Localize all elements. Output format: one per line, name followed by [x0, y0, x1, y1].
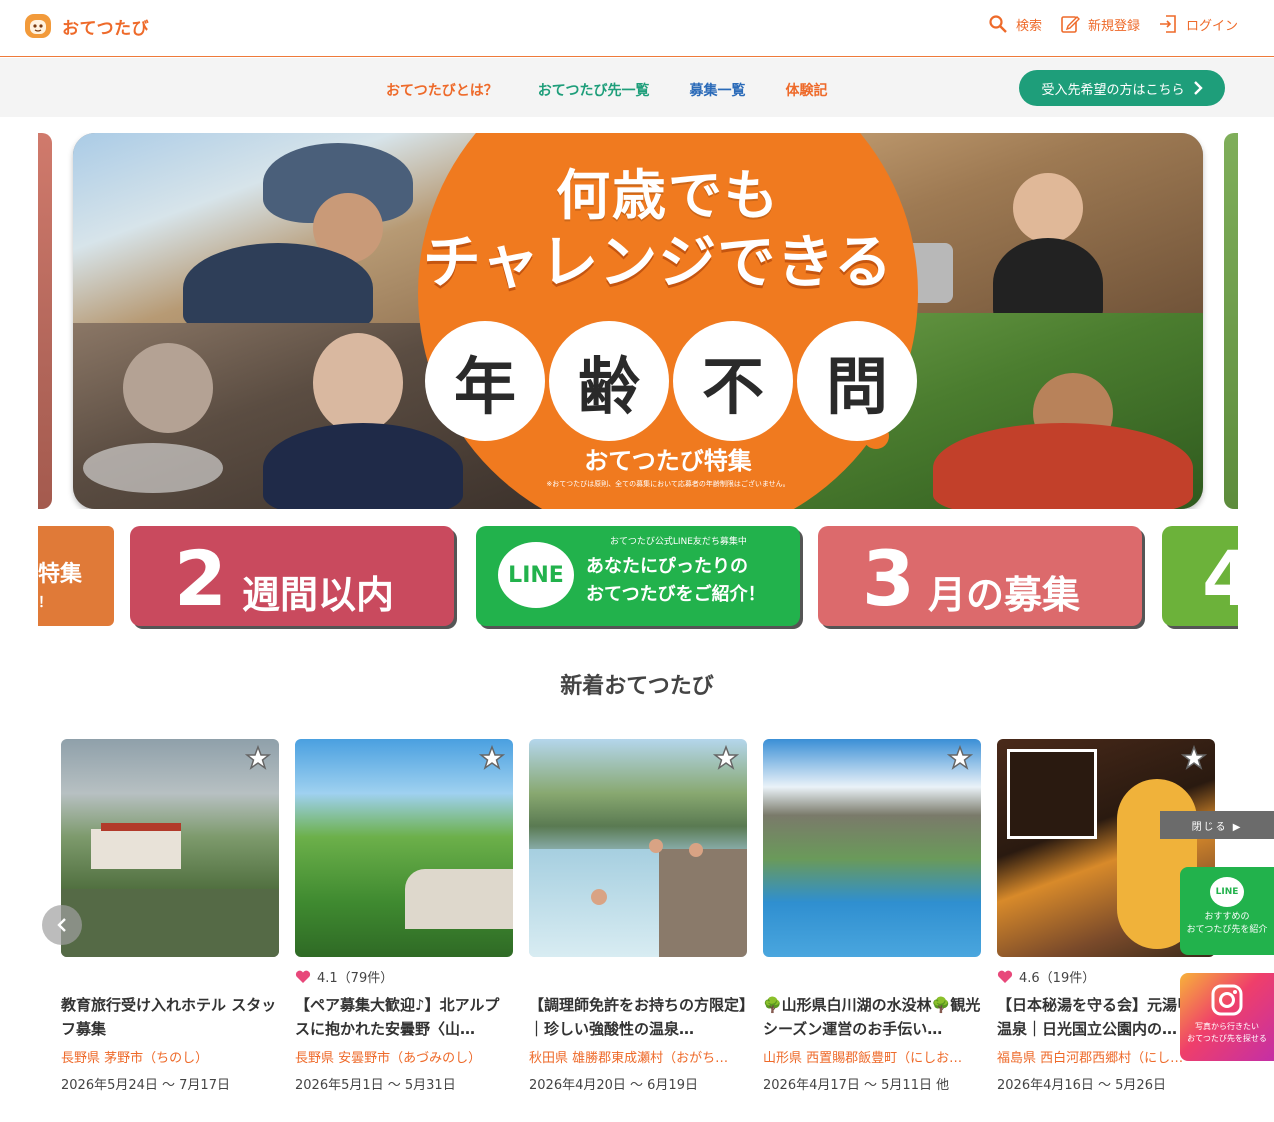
header-nav: 検索 新規登録 ログイン [988, 14, 1238, 34]
listing-card[interactable]: 🌳山形県白川湖の水没林🌳観光シーズン運営のお手伝い… 山形県 西置賜郡飯豊町（に… [763, 739, 981, 1093]
hero-next-slide[interactable] [1224, 133, 1238, 509]
listing-location: 山形県 西置賜郡飯豊町（にしお… [763, 1051, 963, 1066]
banner-2-line2: おてつたびをご紹介！ [586, 584, 766, 605]
listing-location: 秋田県 雄勝郡東成瀬村（おがち… [529, 1051, 729, 1066]
logo-text: おてつたび [62, 18, 150, 39]
heart-icon [997, 970, 1013, 983]
listing-card[interactable]: 【調理師免許をお持ちの方限定】｜珍しい強酸性の温泉… 秋田県 雄勝郡東成瀬村（お… [529, 739, 747, 1093]
listing-title[interactable]: 🌳山形県白川湖の水没林🌳観光シーズン運営のお手伝い… [763, 993, 981, 1041]
chevron-right-icon [1193, 81, 1203, 95]
banner-3-number: 3 [862, 534, 915, 623]
hero-slide[interactable]: 何歳でも チャレンジできる 年 齢 不 問 おてつたび特集 ※おてつたびは原則、… [73, 133, 1203, 509]
floating-close-button[interactable]: 閉じる ▶ [1160, 811, 1274, 839]
chevron-left-icon [57, 918, 66, 932]
banner-4-number: 4 [1202, 534, 1238, 623]
nav-about[interactable]: おてつたびとは？ [386, 80, 498, 100]
sub-nav: おてつたびとは？ おてつたび先一覧 募集一覧 体験記 受入先希望の方はこちら [0, 58, 1274, 117]
listing-dates: 2026年4月16日 〜 5月26日 [997, 1078, 1166, 1093]
floating-line-text: おすすめの おてつたび先を紹介 [1186, 912, 1268, 935]
listing-image[interactable] [529, 739, 747, 957]
logo-mark-icon [25, 14, 51, 38]
search-link[interactable]: 検索 [988, 14, 1042, 34]
listing-image[interactable] [61, 739, 279, 957]
floating-instagram-text: 写真から行きたい おてつたび先を探せる [1187, 1022, 1267, 1043]
favorite-star-icon[interactable] [1181, 745, 1207, 771]
listing-rating-text: 4.1（79件） [317, 971, 394, 986]
nav-experiences[interactable]: 体験記 [785, 80, 827, 100]
favorite-star-icon[interactable] [713, 745, 739, 771]
banner-feature-partial[interactable]: 特集 ！ [38, 526, 114, 626]
search-icon [989, 15, 1007, 33]
login-link[interactable]: ログイン [1158, 14, 1238, 34]
listing-rating-text: 4.6（19件） [1019, 971, 1096, 986]
listing-image[interactable] [763, 739, 981, 957]
listing-card[interactable]: 4.1（79件） 【ペア募集大歓迎♪】北アルプスに抱かれた安曇野〈山… 長野県 … [295, 739, 513, 1093]
hero-char-3: 不 [673, 321, 793, 441]
hero-carousel[interactable]: 何歳でも チャレンジできる 年 齢 不 問 おてつたび特集 ※おてつたびは原則、… [38, 133, 1238, 509]
listing-dates: 2026年5月24日 〜 7月17日 [61, 1078, 230, 1093]
sub-nav-links: おてつたびとは？ おてつたび先一覧 募集一覧 体験記 [386, 80, 827, 100]
listing-dates: 2026年4月17日 〜 5月11日 他 [763, 1078, 950, 1093]
listing-dates: 2026年4月20日 〜 6月19日 [529, 1078, 698, 1093]
line-logo-icon: LINE [1210, 877, 1244, 907]
banner-1-number: 2 [174, 534, 227, 623]
listing-rating: 4.6（19件） [997, 967, 1095, 986]
hero-feature-label: おてつたび特集 [584, 447, 752, 475]
floating-instagram-button[interactable]: 写真から行きたい おてつたび先を探せる [1180, 973, 1274, 1061]
site-logo[interactable]: おてつたび [22, 10, 149, 42]
listing-location: 長野県 安曇野市（あづみのし） [295, 1051, 482, 1066]
login-icon [1159, 15, 1176, 33]
heart-icon [295, 970, 311, 983]
favorite-star-icon[interactable] [245, 745, 271, 771]
listing-rating: 4.1（79件） [295, 967, 393, 986]
banner-march-recruitment[interactable]: 3 月の募集 [818, 526, 1142, 626]
hero-prev-slide[interactable] [38, 133, 52, 509]
banner-within-2-weeks[interactable]: 2 週間以内 [130, 526, 454, 626]
floating-line-button[interactable]: LINE おすすめの おてつたび先を紹介 [1180, 867, 1274, 955]
nav-hosts[interactable]: おてつたび先一覧 [538, 80, 650, 100]
line-logo-icon: LINE [498, 542, 574, 608]
listing-image[interactable] [295, 739, 513, 957]
signup-link[interactable]: 新規登録 [1060, 14, 1140, 34]
edit-icon [1061, 16, 1080, 33]
listing-title[interactable]: 【ペア募集大歓迎♪】北アルプスに抱かれた安曇野〈山… [295, 993, 513, 1041]
login-label: ログイン [1185, 18, 1238, 34]
host-cta-label: 受入先希望の方はこちら [1041, 82, 1185, 98]
hero-char-2: 齢 [549, 321, 669, 441]
listing-location: 長野県 茅野市（ちのし） [61, 1051, 209, 1066]
site-header: おてつたび 検索 新規登録 ログイン [0, 0, 1274, 57]
banner-line-friends[interactable]: おてつたび公式LINE友だち募集中 LINE あなたにぴったりの おてつたびをご… [476, 526, 800, 626]
nav-recruitments[interactable]: 募集一覧 [689, 80, 745, 100]
banner-1-text: 週間以内 [242, 573, 395, 617]
banner-0-sub: ！ [38, 595, 52, 611]
hero-char-1: 年 [425, 321, 545, 441]
banner-2-line1: あなたにぴったりの [586, 556, 748, 577]
hero-headline-2: チャレンジできる [422, 228, 894, 296]
banner-0-title: 特集 [38, 562, 83, 587]
banner-3-text: 月の募集 [928, 573, 1081, 617]
favorite-star-icon[interactable] [947, 745, 973, 771]
banner-april-partial[interactable]: 4 [1162, 526, 1238, 626]
listing-title[interactable]: 【調理師免許をお持ちの方限定】｜珍しい強酸性の温泉… [529, 993, 747, 1041]
cards-prev-button[interactable] [42, 905, 82, 945]
host-cta-button[interactable]: 受入先希望の方はこちら [1019, 70, 1225, 106]
hero-age-badges: 年 齢 不 問 [425, 321, 917, 441]
instagram-icon [1211, 984, 1243, 1016]
hero-char-4: 問 [797, 321, 917, 441]
signup-label: 新規登録 [1087, 18, 1140, 34]
section-title-new: 新着おてつたび [560, 674, 714, 699]
listing-title[interactable]: 教育旅行受け入れホテル スタッフ募集 [61, 993, 279, 1041]
listing-dates: 2026年5月1日 〜 5月31日 [295, 1078, 456, 1093]
listing-card[interactable]: 教育旅行受け入れホテル スタッフ募集 長野県 茅野市（ちのし） 2026年5月2… [61, 739, 279, 1093]
favorite-star-icon[interactable] [479, 745, 505, 771]
search-label: 検索 [1015, 18, 1042, 34]
banner-carousel: 特集 ！ 2 週間以内 おてつたび公式LINE友だち募集中 LINE あなたにぴ… [38, 526, 1238, 630]
hero-footnote: ※おてつたびは原則、全ての募集において応募者の年齢制限はございません。 [546, 480, 790, 488]
banner-2-caption: おてつたび公式LINE友だち募集中 [610, 537, 747, 547]
